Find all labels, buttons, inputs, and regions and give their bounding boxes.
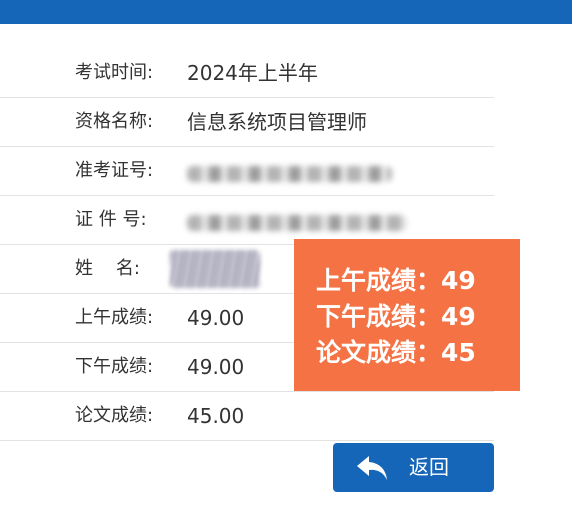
score-summary-essay: 论文成绩：45 [316, 338, 476, 367]
admission-number-label: 准考证号: [75, 160, 154, 181]
qualification-value: 信息系统项目管理师 [187, 110, 367, 134]
back-arrow-icon [357, 456, 387, 480]
table-row-qualification: 资格名称: 信息系统项目管理师 [0, 98, 494, 147]
afternoon-score-label: 下午成绩: [75, 356, 154, 377]
table-row-admission-number: 准考证号: [0, 147, 494, 196]
table-row-essay-score: 论文成绩: 45.00 [0, 392, 494, 441]
id-number-label: 证 件 号: [75, 209, 147, 230]
top-banner [0, 0, 572, 24]
back-button-label: 返回 [409, 455, 449, 479]
qualification-label: 资格名称: [75, 111, 154, 132]
essay-score-value: 45.00 [187, 404, 245, 428]
redacted-id-number [187, 215, 407, 231]
afternoon-score-value: 49.00 [187, 355, 245, 379]
essay-score-label: 论文成绩: [75, 405, 154, 426]
morning-score-label: 上午成绩: [75, 307, 154, 328]
redacted-name [170, 250, 260, 288]
name-label: 姓 名: [75, 258, 140, 279]
morning-score-value: 49.00 [187, 306, 245, 330]
exam-time-label: 考试时间: [75, 62, 154, 83]
score-summary-afternoon: 下午成绩：49 [316, 302, 476, 331]
id-number-value [187, 196, 407, 244]
back-button[interactable]: 返回 [333, 443, 494, 492]
score-summary-box: 上午成绩：49 下午成绩：49 论文成绩：45 [294, 239, 520, 391]
table-row-id-number: 证 件 号: [0, 196, 494, 245]
exam-time-value: 2024年上半年 [187, 61, 318, 85]
score-summary-morning: 上午成绩：49 [316, 266, 476, 295]
table-row-exam-time: 考试时间: 2024年上半年 [0, 49, 494, 98]
admission-number-value [187, 147, 392, 195]
redacted-admission-number [187, 166, 392, 182]
